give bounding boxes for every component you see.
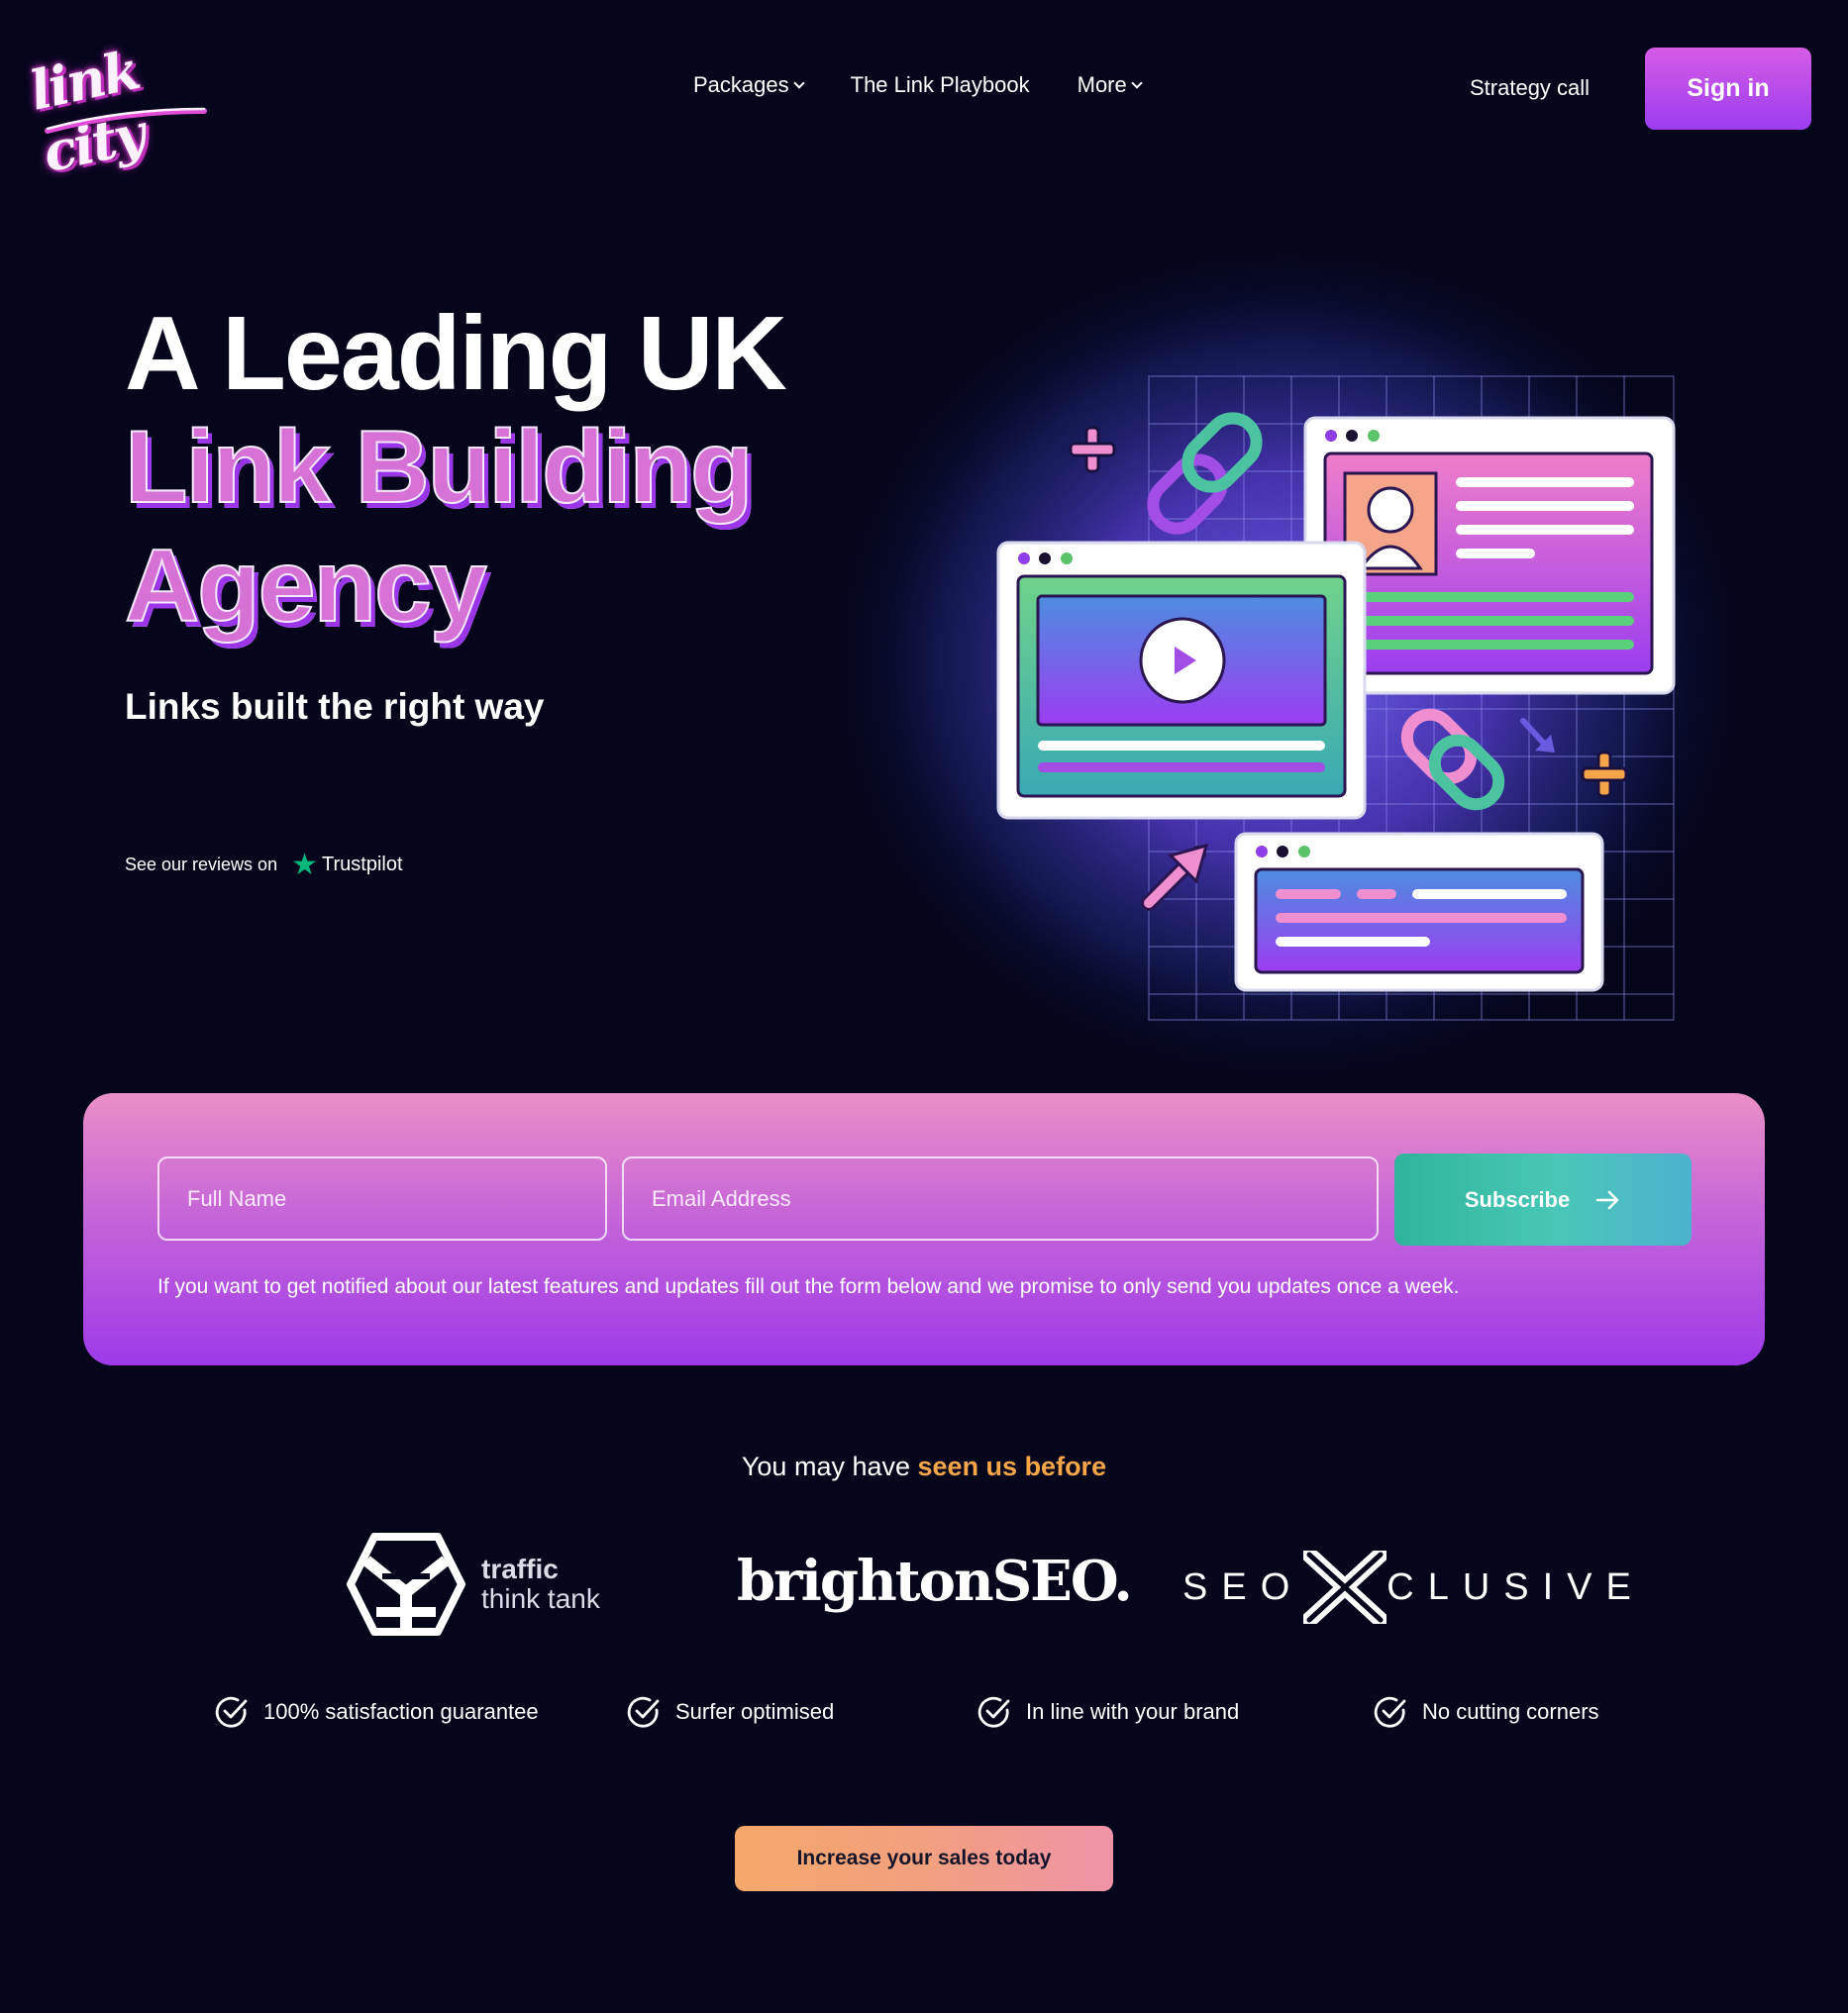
subscribe-button-label: Subscribe <box>1464 1186 1571 1212</box>
hero-title: A Leading UK Link Building Agency <box>124 295 787 645</box>
traffic-think-tank-wordmark: traffic think tank <box>481 1555 600 1614</box>
seox-left-text: SEO <box>1182 1565 1304 1608</box>
chevron-down-icon <box>792 77 805 89</box>
text-window <box>1234 832 1604 992</box>
nav-link-playbook-label: The Link Playbook <box>850 72 1030 97</box>
subscribe-note: If you want to get notified about our la… <box>157 1275 1460 1298</box>
video-window <box>996 541 1367 820</box>
hero-illustration <box>822 238 1753 1089</box>
sign-in-button[interactable]: Sign in <box>1645 48 1811 130</box>
brightonseo-logo: brightonSEO. <box>737 1549 1133 1614</box>
hero-subtitle: Links built the right way <box>125 686 545 727</box>
hero-title-line-1: A Leading UK <box>125 295 787 412</box>
subscribe-panel: Subscribe If you want to get notified ab… <box>83 1093 1765 1365</box>
subscribe-button[interactable]: Subscribe <box>1394 1154 1692 1246</box>
chevron-down-icon <box>1131 77 1143 89</box>
feature-label: 100% satisfaction guarantee <box>263 1699 539 1724</box>
check-circle-icon <box>1374 1696 1406 1728</box>
nav-packages-label: Packages <box>693 72 789 97</box>
landing-page: link city Packages The Link Playbook Mor… <box>0 0 1848 2013</box>
x-mark-icon <box>1303 1551 1387 1624</box>
seox-right-text: CLUSIVE <box>1386 1565 1645 1608</box>
nav-more-label: More <box>1077 72 1127 97</box>
ttt-line-1: traffic <box>481 1554 559 1584</box>
feature-brand: In line with your brand <box>976 1694 1239 1730</box>
nav-link-playbook[interactable]: The Link Playbook <box>851 72 1030 98</box>
star-icon: ★ <box>291 848 318 881</box>
seen-prefix: You may have <box>741 1452 918 1481</box>
traffic-think-tank-logo: traffic think tank <box>347 1533 614 1637</box>
strategy-call-link[interactable]: Strategy call <box>1470 75 1590 101</box>
check-circle-icon <box>627 1696 660 1728</box>
check-circle-icon <box>977 1696 1010 1728</box>
seen-highlight: seen us before <box>917 1452 1107 1481</box>
ttt-line-2: think tank <box>481 1583 600 1614</box>
hero-title-line-3: Agency <box>124 528 488 645</box>
link-city-logo[interactable]: link city <box>25 38 207 184</box>
traffic-think-tank-mark-icon <box>347 1533 465 1636</box>
full-name-input[interactable] <box>157 1157 607 1241</box>
feature-corners: No cutting corners <box>1373 1694 1599 1730</box>
feature-satisfaction: 100% satisfaction guarantee <box>214 1694 539 1730</box>
trustpilot-label: Trustpilot <box>322 854 403 875</box>
nav-more[interactable]: More <box>1077 72 1143 98</box>
feature-label: Surfer optimised <box>675 1699 835 1724</box>
feature-label: No cutting corners <box>1422 1699 1599 1724</box>
arrow-right-icon <box>1595 1190 1619 1209</box>
trustpilot-link[interactable]: ★ Trustpilot <box>291 848 403 881</box>
seen-us-heading: You may have seen us before <box>0 1452 1848 1482</box>
increase-sales-button[interactable]: Increase your sales today <box>735 1826 1113 1891</box>
seoxclusive-logo: SEO CLUSIVE <box>1182 1551 1645 1624</box>
trustpilot-reviews: See our reviews on ★ Trustpilot <box>125 848 403 881</box>
check-circle-icon <box>215 1696 248 1728</box>
feature-surfer: Surfer optimised <box>626 1694 834 1730</box>
main-nav: Packages The Link Playbook More <box>693 72 1143 98</box>
nav-packages[interactable]: Packages <box>693 72 805 98</box>
logo-swoosh-icon <box>45 107 207 134</box>
email-input[interactable] <box>622 1157 1379 1241</box>
hero-title-line-2: Link Building <box>124 409 755 526</box>
reviews-prefix: See our reviews on <box>125 855 278 874</box>
feature-label: In line with your brand <box>1026 1699 1240 1724</box>
